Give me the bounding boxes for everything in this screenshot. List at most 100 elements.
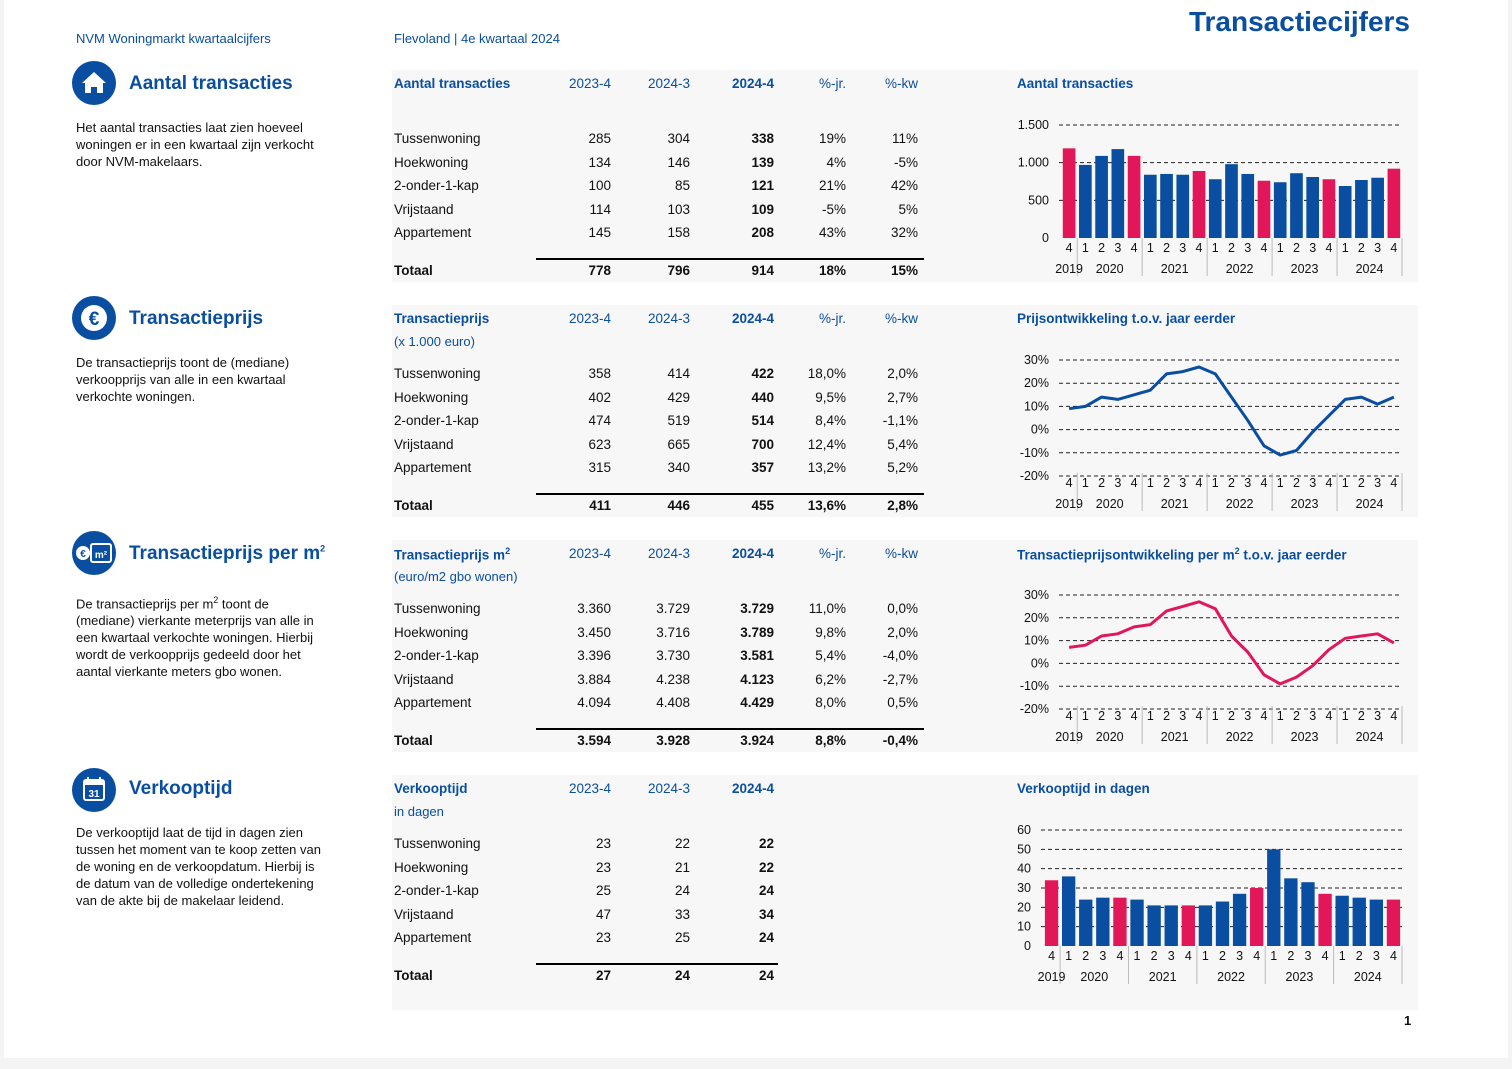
x-year-label: 2019	[1055, 497, 1083, 511]
section-title: Aantal transacties	[129, 73, 293, 94]
y-tick-label: 10%	[1024, 634, 1049, 648]
svg-text:€: €	[80, 549, 86, 560]
table-row: Hoekwoning 402 429 440 9,5% 2,7%	[394, 390, 924, 410]
x-tick-label: 3	[1179, 476, 1186, 490]
x-tick-label: 3	[1114, 476, 1121, 490]
table-header: Verkooptijd 2023-4 2024-3 2024-4	[394, 781, 924, 801]
x-tick-label: 3	[1309, 709, 1316, 723]
x-tick-label: 3	[1374, 241, 1381, 255]
table-row: Vrijstaand 3.884 4.238 4.123 6,2% -2,7%	[394, 672, 924, 692]
y-tick-label: 0%	[1031, 423, 1049, 437]
table-cell: 0,0%	[887, 601, 918, 616]
x-tick-label: 1	[1342, 709, 1349, 723]
table-row: Hoekwoning 23 21 22	[394, 860, 924, 880]
table-title: Transactieprijs	[394, 311, 490, 326]
table-row: Appartement 23 25 24	[394, 930, 924, 950]
bar	[1386, 899, 1401, 946]
x-tick-label: 3	[1236, 949, 1243, 963]
x-year-label: 2019	[1038, 970, 1066, 984]
table-cell: 3.360	[577, 601, 611, 616]
table-cell: 13,2%	[807, 460, 846, 475]
table-cell: 4.408	[656, 695, 690, 710]
table-cell: 5,2%	[887, 460, 918, 475]
table-cell: 47	[595, 906, 611, 922]
calendar-icon: 31	[72, 768, 116, 812]
y-tick-label: 30%	[1024, 588, 1049, 602]
x-year-label: 2020	[1096, 497, 1124, 511]
y-tick-label: 10%	[1024, 399, 1049, 413]
bar	[1111, 149, 1125, 238]
x-tick-label: 4	[1196, 709, 1203, 723]
table-cell: 85	[674, 178, 690, 193]
table-title-text: Transactieprijs m	[394, 547, 506, 563]
table-cell: 514	[751, 413, 774, 428]
x-tick-label: 4	[1325, 709, 1332, 723]
table-cell: 8,8%	[815, 733, 846, 748]
table-subtitle-row: in dagen	[394, 804, 924, 824]
table-row: Hoekwoning 3.450 3.716 3.789 9,8% 2,0%	[394, 625, 924, 645]
table-cell: 24	[674, 883, 690, 898]
table-cell: 22	[674, 836, 690, 851]
x-tick-label: 2	[1228, 241, 1235, 255]
page-number: 1	[1404, 1013, 1412, 1028]
x-tick-label: 3	[1309, 476, 1316, 490]
row-label: Appartement	[394, 695, 472, 710]
table-cell: 446	[667, 498, 690, 513]
x-tick-label: 3	[1114, 241, 1121, 255]
price-m2-line-chart: -20%-10%0%10%20%30%4 1 2 3 4 1 2 3 4 1 2 3 4 1 2 3 4 1 2 3 4…	[1020, 588, 1403, 744]
x-tick-label: 1	[1277, 709, 1284, 723]
row-label: Hoekwoning	[394, 624, 469, 640]
bar	[1335, 895, 1349, 946]
x-tick-label: 2	[1098, 709, 1105, 723]
bar	[1192, 170, 1206, 238]
bar	[1208, 179, 1222, 238]
bar	[1306, 176, 1320, 238]
x-tick-label: 4	[1131, 241, 1138, 255]
row-label: 2-onder-1-kap	[394, 413, 479, 428]
x-year-label: 2022	[1226, 730, 1254, 744]
chart-title: Verkooptijd in dagen	[1017, 781, 1150, 796]
table-cell: 42%	[890, 178, 918, 193]
transactions-bar-chart: 05001.0001.5004 1 2 3 4 1 2 3 4 1 2 3 4 1 2 3 4 1 2 3 42019 2…	[1018, 118, 1403, 276]
x-tick-label: 4	[1260, 241, 1267, 255]
total-row: Totaal 3.594 3.928 3.924 8,8% -0,4%	[394, 733, 924, 753]
x-year-label: 2021	[1149, 970, 1177, 984]
y-tick-label: 10	[1017, 920, 1031, 934]
x-tick-label: 2	[1358, 709, 1365, 723]
bar	[1267, 849, 1281, 946]
bar	[1387, 168, 1401, 238]
y-tick-label: 0	[1024, 939, 1031, 953]
page-title: Transactiecijfers	[1188, 6, 1410, 37]
col-header: %-kw	[885, 76, 918, 91]
section-description: De transactieprijs toont de (mediane) ve…	[76, 355, 290, 404]
table-cell: 8,4%	[815, 413, 846, 428]
x-tick-label: 2	[1293, 241, 1300, 255]
table-cell: 3.884	[577, 671, 611, 687]
table-cell: 9,5%	[815, 389, 846, 405]
x-tick-label: 1	[1065, 949, 1072, 963]
bar	[1232, 893, 1247, 946]
bar	[1352, 897, 1366, 946]
bar	[1061, 876, 1076, 946]
bar	[1371, 177, 1384, 238]
table-cell: 158	[667, 225, 690, 240]
bar	[1147, 905, 1161, 946]
x-tick-label: 4	[1390, 241, 1397, 255]
x-tick-label: 1	[1082, 241, 1089, 255]
col-header: 2023-4	[568, 781, 611, 796]
x-year-label: 2023	[1291, 730, 1319, 744]
table-cell: 4.429	[740, 695, 774, 710]
table-title: Transactieprijs m2	[394, 546, 510, 563]
x-tick-label: 3	[1309, 241, 1316, 255]
y-tick-label: 0	[1042, 231, 1049, 245]
table-row: Tussenwoning 285 304 338 19% 11%	[394, 131, 924, 151]
total-row: Totaal 778 796 914 18% 15%	[394, 263, 924, 283]
x-year-label: 2023	[1286, 970, 1314, 984]
table-cell: 22	[758, 859, 774, 875]
x-tick-label: 1	[1147, 241, 1154, 255]
x-tick-label: 4	[1260, 476, 1267, 490]
x-tick-label: 2	[1358, 476, 1365, 490]
table-row: Vrijstaand 114 103 109 -5% 5%	[394, 202, 924, 222]
x-year-label: 2024	[1356, 730, 1384, 744]
section-description: De verkooptijd laat de tijd in dagen zie…	[76, 825, 321, 908]
